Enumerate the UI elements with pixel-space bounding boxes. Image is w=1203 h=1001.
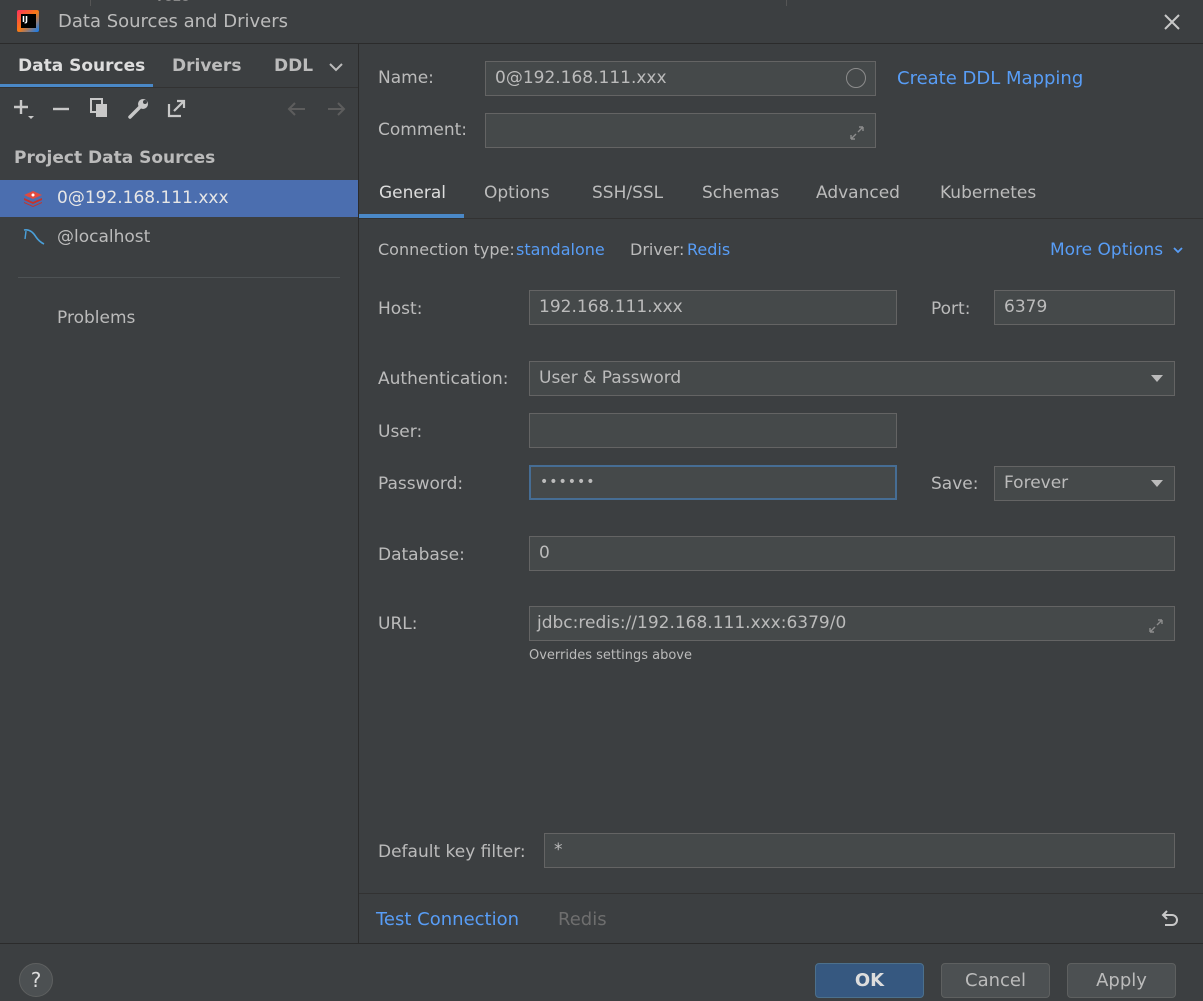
password-label: Password: bbox=[378, 474, 464, 494]
data-source-item-mysql[interactable]: @localhost bbox=[0, 219, 358, 256]
ok-button[interactable]: OK bbox=[815, 963, 924, 998]
password-input[interactable]: •••••• bbox=[529, 465, 897, 500]
dialog-footer-divider bbox=[0, 943, 1203, 944]
help-icon: ? bbox=[30, 968, 42, 992]
tab-ssh-ssl[interactable]: SSH/SSL bbox=[592, 183, 663, 203]
tab-ddl[interactable]: DDL bbox=[274, 56, 313, 76]
bg-fragment bbox=[90, 0, 787, 6]
back-arrow-icon[interactable] bbox=[284, 96, 310, 122]
redis-icon bbox=[22, 188, 44, 208]
tab-advanced[interactable]: Advanced bbox=[816, 183, 900, 203]
problems-item[interactable]: Problems bbox=[57, 308, 135, 328]
color-picker-icon[interactable] bbox=[846, 68, 866, 88]
database-label: Database: bbox=[378, 545, 465, 565]
connection-type-link[interactable]: standalone bbox=[516, 240, 605, 259]
connection-type-label: Connection type: bbox=[378, 240, 515, 259]
name-label: Name: bbox=[378, 68, 434, 88]
data-source-label: 0@192.168.111.xxx bbox=[57, 188, 229, 208]
host-input[interactable]: 192.168.111.xxx bbox=[529, 290, 897, 325]
chevron-down-icon bbox=[1172, 247, 1183, 254]
authentication-label: Authentication: bbox=[378, 369, 509, 389]
copy-icon[interactable] bbox=[88, 96, 114, 122]
add-icon[interactable] bbox=[11, 96, 37, 122]
authentication-select[interactable]: User & Password bbox=[529, 361, 1175, 396]
revert-icon[interactable] bbox=[1157, 907, 1181, 931]
right-footer-divider bbox=[359, 893, 1203, 894]
expand-icon[interactable] bbox=[848, 121, 866, 140]
close-icon[interactable] bbox=[1160, 10, 1184, 34]
chevron-down-icon[interactable] bbox=[327, 58, 345, 76]
comment-label: Comment: bbox=[378, 120, 468, 140]
title-bar: vozo IJ Data Sources and Drivers bbox=[0, 0, 1203, 44]
key-filter-input[interactable]: * bbox=[544, 833, 1175, 868]
key-filter-label: Default key filter: bbox=[378, 842, 526, 862]
tab-schemas[interactable]: Schemas bbox=[702, 183, 779, 203]
url-label: URL: bbox=[378, 614, 418, 634]
save-value: Forever bbox=[1004, 473, 1069, 493]
bg-fragment-text: vozo bbox=[155, 0, 190, 5]
comment-input[interactable] bbox=[485, 113, 876, 148]
user-input[interactable] bbox=[529, 413, 897, 448]
forward-arrow-icon[interactable] bbox=[323, 96, 349, 122]
save-select[interactable]: Forever bbox=[994, 466, 1175, 501]
left-panel: Data Sources Drivers DDL bbox=[0, 44, 359, 944]
section-title: Project Data Sources bbox=[14, 148, 216, 168]
tab-options[interactable]: Options bbox=[484, 183, 550, 203]
test-connection-link[interactable]: Test Connection bbox=[376, 909, 519, 930]
tabs-divider bbox=[359, 218, 1203, 219]
window-title: Data Sources and Drivers bbox=[58, 11, 288, 32]
create-ddl-link[interactable]: Create DDL Mapping bbox=[897, 68, 1083, 89]
tab-data-sources[interactable]: Data Sources bbox=[18, 56, 145, 76]
jump-to-icon[interactable] bbox=[164, 96, 190, 122]
host-label: Host: bbox=[378, 299, 423, 319]
authentication-value: User & Password bbox=[539, 368, 682, 388]
database-input[interactable]: 0 bbox=[529, 536, 1175, 571]
dropdown-arrow-icon bbox=[1151, 480, 1163, 487]
driver-label: Driver: bbox=[630, 240, 685, 259]
port-label: Port: bbox=[931, 299, 971, 319]
app-icon: IJ bbox=[17, 10, 39, 32]
apply-button[interactable]: Apply bbox=[1067, 963, 1176, 998]
user-label: User: bbox=[378, 422, 423, 442]
tab-kubernetes[interactable]: Kubernetes bbox=[940, 183, 1036, 203]
left-divider bbox=[18, 277, 340, 278]
save-label: Save: bbox=[931, 474, 979, 494]
data-source-label: @localhost bbox=[57, 227, 151, 247]
more-options-label: More Options bbox=[1050, 240, 1164, 260]
remove-icon[interactable] bbox=[50, 96, 76, 122]
help-button[interactable]: ? bbox=[19, 963, 53, 997]
name-input[interactable]: 0@192.168.111.xxx bbox=[485, 61, 876, 96]
url-hint: Overrides settings above bbox=[529, 648, 692, 663]
expand-icon[interactable] bbox=[1147, 614, 1165, 633]
more-options-link[interactable]: More Options bbox=[1050, 240, 1185, 260]
port-input[interactable]: 6379 bbox=[994, 290, 1175, 325]
cancel-button[interactable]: Cancel bbox=[941, 963, 1050, 998]
name-value: 0@192.168.111.xxx bbox=[495, 68, 667, 88]
mysql-icon bbox=[22, 226, 46, 248]
driver-link[interactable]: Redis bbox=[687, 240, 730, 259]
tab-general[interactable]: General bbox=[379, 183, 446, 203]
data-source-item-redis[interactable]: 0@192.168.111.xxx bbox=[0, 180, 358, 217]
url-input[interactable]: jdbc:redis://192.168.111.xxx:6379/0 bbox=[529, 606, 1175, 641]
tab-bar-divider bbox=[0, 87, 358, 88]
dropdown-arrow-icon bbox=[1151, 375, 1163, 382]
url-value: jdbc:redis://192.168.111.xxx:6379/0 bbox=[537, 613, 847, 633]
wrench-icon[interactable] bbox=[126, 96, 152, 122]
driver-footer-link[interactable]: Redis bbox=[558, 909, 607, 930]
tab-drivers[interactable]: Drivers bbox=[172, 56, 241, 76]
